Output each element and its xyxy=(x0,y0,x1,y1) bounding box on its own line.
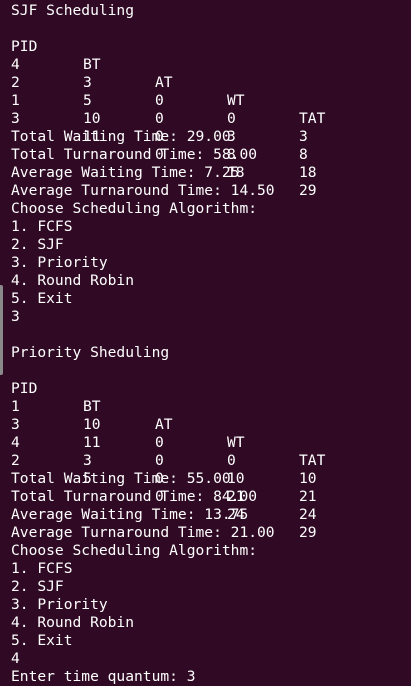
cell-tat: 10 xyxy=(299,470,317,487)
cell-at: 0 xyxy=(155,452,164,469)
total-turnaround-time: Total Turnaround Time: 84.00 xyxy=(11,488,258,505)
time-quantum-prompt[interactable]: Enter time quantum: 3 xyxy=(11,668,407,686)
menu-option-fcfs: 1. FCFS xyxy=(11,218,73,235)
table-row: 3 11 0 10 21 xyxy=(11,398,407,505)
average-turnaround-time: Average Turnaround Time: 21.00 xyxy=(11,524,275,541)
average-waiting-time: Average Waiting Time: 13.75 xyxy=(11,506,249,523)
table-row: 3 11 0 18 29 xyxy=(11,92,407,199)
priority-table-header: PID BT AT WT TAT xyxy=(11,362,407,469)
cell-wt: 18 xyxy=(227,164,245,181)
cell-at: 0 xyxy=(155,488,164,505)
cell-tat: 29 xyxy=(299,524,317,541)
cell-tat: 8 xyxy=(299,146,308,163)
cell-wt: 24 xyxy=(227,506,245,523)
terminal-output[interactable]: SJF Scheduling PID BT AT WT TAT 4 3 0 0 … xyxy=(11,2,407,686)
cell-wt: 0 xyxy=(227,110,236,127)
user-input: 3 xyxy=(11,308,20,325)
user-input: 4 xyxy=(11,650,20,667)
sjf-table-header: PID BT AT WT TAT xyxy=(11,20,407,127)
table-row: 1 10 0 8 18 xyxy=(11,74,407,181)
cell-tat: 3 xyxy=(299,128,308,145)
menu-option-priority: 3. Priority xyxy=(11,596,108,613)
cell-bt: 11 xyxy=(83,128,101,145)
table-row: 2 5 0 24 29 xyxy=(11,434,407,541)
cell-wt: 10 xyxy=(227,470,245,487)
header-tat: TAT xyxy=(299,110,326,127)
cell-tat: 24 xyxy=(299,506,317,523)
cell-tat: 21 xyxy=(299,488,317,505)
menu-option-exit: 5. Exit xyxy=(11,632,73,649)
average-waiting-time: Average Waiting Time: 7.25 xyxy=(11,164,240,181)
priority-title: Priority Sheduling xyxy=(11,344,170,361)
menu-prompt: Choose Scheduling Algorithm: xyxy=(11,542,258,559)
total-waiting-time: Total Waiting Time: 55.00 xyxy=(11,470,231,487)
cell-bt: 3 xyxy=(83,452,92,469)
menu-option-exit: 5. Exit xyxy=(11,290,73,307)
menu-option-sjf: 2. SJF xyxy=(11,236,64,253)
cell-wt: 0 xyxy=(227,452,236,469)
table-row: 2 5 0 3 8 xyxy=(11,56,407,163)
cell-pid: 3 xyxy=(11,110,20,127)
menu-option-round-robin: 4. Round Robin xyxy=(11,272,135,289)
table-row: 4 3 0 0 3 xyxy=(11,38,407,145)
total-turnaround-time: Total Turnaround Time: 58.00 xyxy=(11,146,258,163)
cell-at: 0 xyxy=(155,110,164,127)
scrollbar-handle[interactable] xyxy=(0,285,3,375)
cell-bt: 10 xyxy=(83,110,101,127)
cell-tat: 29 xyxy=(299,182,317,199)
menu-prompt: Choose Scheduling Algorithm: xyxy=(11,200,258,217)
table-row: 1 10 0 0 10 xyxy=(11,380,407,487)
menu-option-fcfs: 1. FCFS xyxy=(11,560,73,577)
cell-wt: 8 xyxy=(227,146,236,163)
average-turnaround-time: Average Turnaround Time: 14.50 xyxy=(11,182,275,199)
cell-at: 0 xyxy=(155,470,164,487)
cell-wt: 21 xyxy=(227,488,245,505)
cell-tat: 18 xyxy=(299,164,317,181)
header-tat: TAT xyxy=(299,452,326,469)
menu-option-sjf: 2. SJF xyxy=(11,578,64,595)
table-row: 4 3 0 21 24 xyxy=(11,416,407,523)
cell-wt: 3 xyxy=(227,128,236,145)
menu-option-priority: 3. Priority xyxy=(11,254,108,271)
cell-pid: 2 xyxy=(11,452,20,469)
cell-bt: 5 xyxy=(83,470,92,487)
cell-at: 0 xyxy=(155,146,164,163)
menu-option-round-robin: 4. Round Robin xyxy=(11,614,135,631)
sjf-title: SJF Scheduling xyxy=(11,2,135,19)
cell-at: 0 xyxy=(155,128,164,145)
total-waiting-time: Total Waiting Time: 29.00 xyxy=(11,128,231,145)
